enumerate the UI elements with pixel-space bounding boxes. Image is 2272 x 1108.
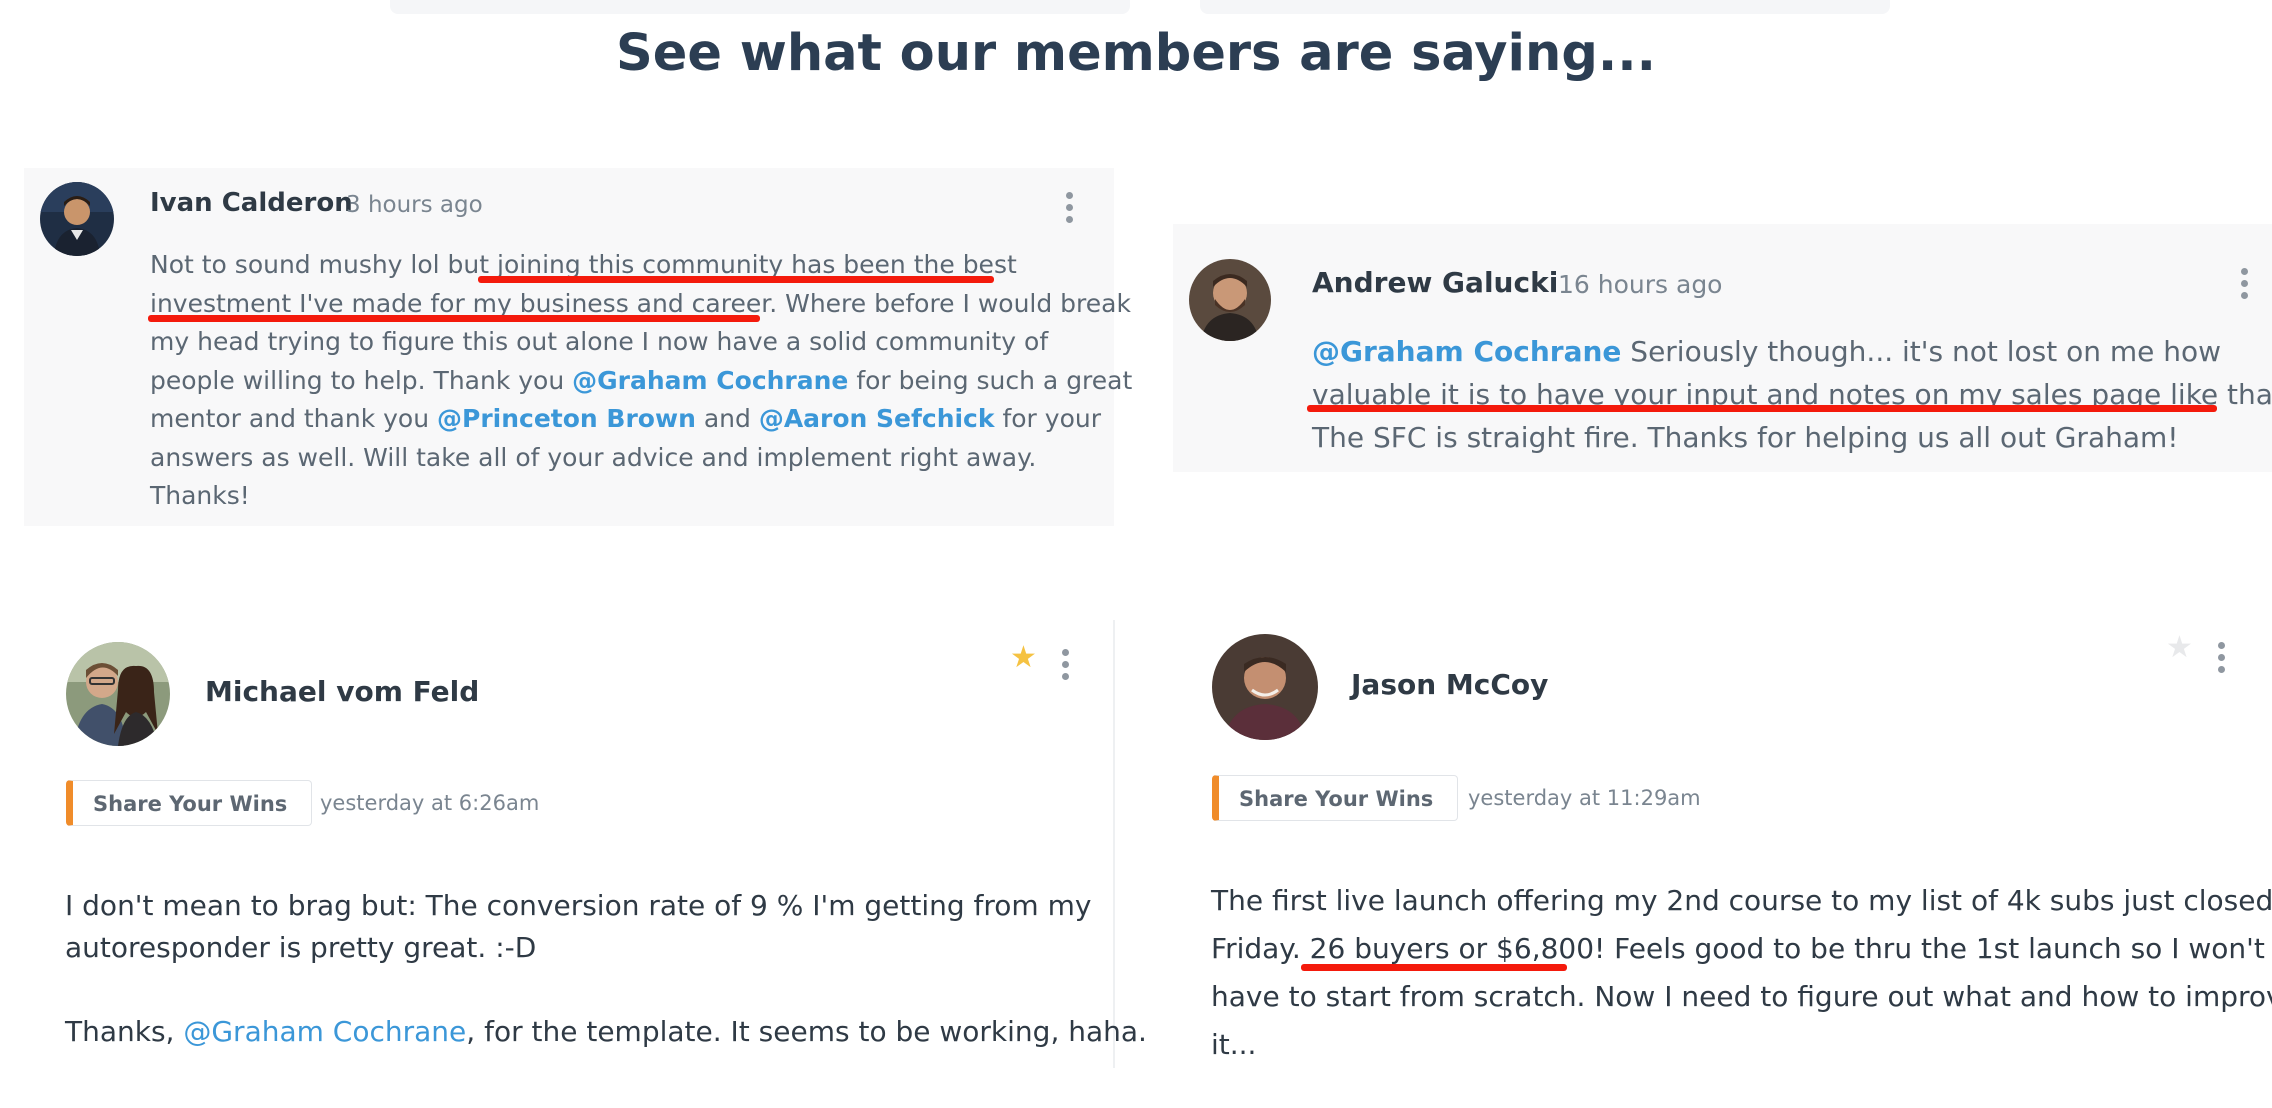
top-strip-left	[390, 0, 1130, 14]
author-name[interactable]: Ivan Calderon	[150, 188, 353, 218]
avatar[interactable]	[1189, 259, 1271, 341]
mention-link[interactable]: @Graham Cochrane	[1312, 335, 1621, 368]
star-icon[interactable]: ★	[1010, 640, 1037, 675]
highlight-underline	[1301, 964, 1567, 971]
highlight-underline	[1307, 405, 2217, 412]
highlight-underline	[148, 315, 760, 322]
author-name[interactable]: Andrew Galucki	[1312, 266, 1558, 299]
mention-link[interactable]: @Graham Cochrane	[572, 366, 848, 395]
category-tag[interactable]: Share Your Wins	[66, 780, 313, 826]
post-body: The first live launch offering my 2nd co…	[1211, 884, 2272, 1061]
top-strip-right	[1200, 0, 1890, 14]
mention-link[interactable]: @Aaron Sefchick	[759, 404, 995, 433]
page-title: See what our members are saying...	[616, 24, 1656, 83]
more-options-icon[interactable]	[2241, 268, 2249, 304]
avatar[interactable]	[40, 182, 114, 256]
timestamp[interactable]: 3 hours ago	[346, 192, 483, 218]
comment-card-ivan: Ivan Calderon 3 hours ago Not to sound m…	[24, 168, 1132, 526]
author-name[interactable]: Jason McCoy	[1351, 668, 1548, 701]
comment-body: @Graham Cochrane Seriously though... it'…	[1312, 335, 2272, 454]
more-options-icon[interactable]	[1066, 192, 1074, 228]
avatar[interactable]	[66, 642, 170, 746]
timestamp[interactable]: yesterday at 6:26am	[320, 791, 539, 815]
mention-link[interactable]: @Princeton Brown	[437, 404, 696, 433]
comment-card-andrew: Andrew Galucki 16 hours ago @Graham Coch…	[1173, 224, 2272, 472]
post-card-michael: Michael vom Feld ★ Share Your Wins yeste…	[64, 640, 1147, 1070]
category-tag[interactable]: Share Your Wins	[1212, 775, 1459, 821]
author-name[interactable]: Michael vom Feld	[205, 675, 479, 708]
highlight-underline	[478, 276, 994, 283]
star-icon[interactable]: ★	[2166, 630, 2193, 665]
timestamp[interactable]: 16 hours ago	[1558, 270, 1722, 299]
mention-link[interactable]: @Graham Cochrane	[183, 1015, 466, 1048]
post-body: I don't mean to brag but: The conversion…	[65, 889, 1147, 1048]
avatar[interactable]	[1212, 634, 1318, 740]
more-options-icon[interactable]	[2218, 642, 2226, 678]
post-card-jason: Jason McCoy ★ Share Your Wins yesterday …	[1210, 630, 2272, 1072]
comment-body: Not to sound mushy lol but joining this …	[150, 250, 1133, 510]
timestamp[interactable]: yesterday at 11:29am	[1468, 786, 1701, 810]
more-options-icon[interactable]	[1062, 649, 1070, 685]
